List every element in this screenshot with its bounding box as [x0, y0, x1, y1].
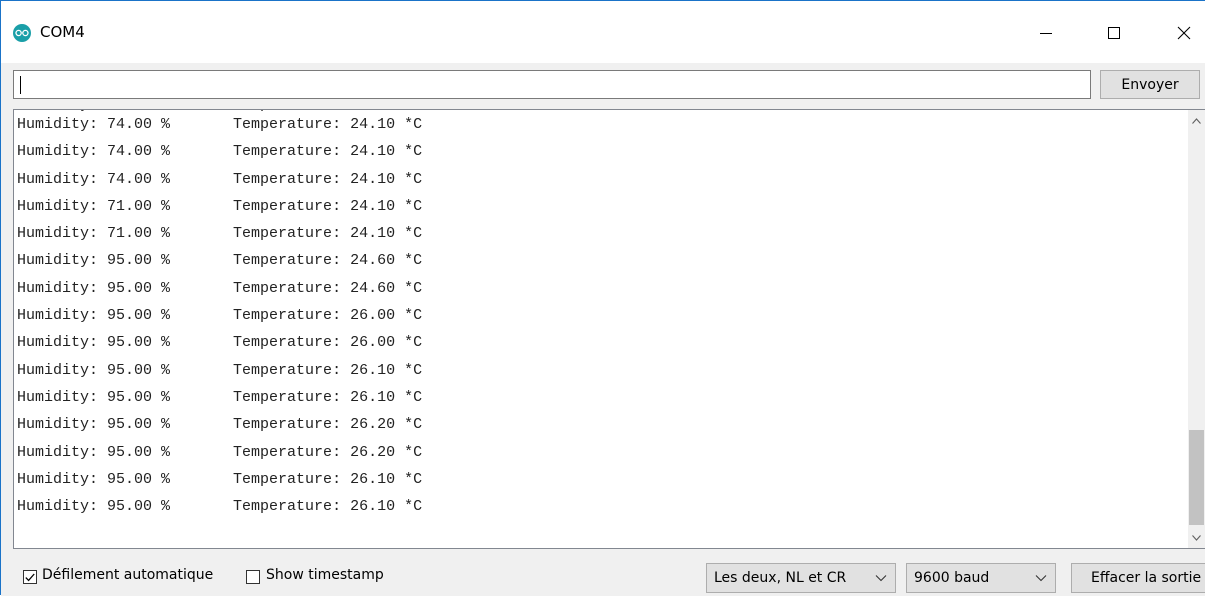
autoscroll-label[interactable]: Défilement automatique [42, 567, 213, 583]
output-line: Humidity: 95.00 % Temperature: 24.60 *C [17, 275, 422, 302]
chevron-up-icon [1192, 117, 1201, 124]
temperature-reading: Temperature: 24.10 *C [233, 197, 423, 215]
humidity-reading: Humidity: 95.00 % [17, 361, 171, 379]
output-line: Humidity: 95.00 % Temperature: 26.20 *C [17, 439, 422, 466]
humidity-reading: Humidity: 74.00 % [17, 116, 171, 133]
output-line: Humidity: 71.00 % Temperature: 24.10 *C [17, 220, 422, 247]
column-gap [170, 225, 233, 242]
temperature-reading: Temperature: 24.10 *C [233, 143, 423, 161]
temperature-reading: Temperature: 26.10 *C [233, 498, 423, 516]
column-gap [170, 280, 233, 297]
temperature-reading: Temperature: 26.10 *C [233, 470, 423, 488]
minimize-icon [1040, 33, 1052, 34]
clear-output-label: Effacer la sortie [1091, 570, 1202, 586]
column-gap [170, 389, 233, 406]
title-bar[interactable]: COM4 [1, 1, 1205, 63]
chevron-down-icon [1035, 575, 1047, 582]
chevron-down-icon [1192, 534, 1201, 541]
humidity-reading: Humidity: 95.00 % [17, 279, 171, 297]
output-line: Humidity: 74.00 % Temperature: 24.10 *C [17, 138, 422, 165]
temperature-reading: Temperature: 26.20 *C [233, 443, 423, 461]
output-line: Humidity: 71.00 % Temperature: 24.10 *C [17, 193, 422, 220]
column-gap [170, 252, 233, 269]
vertical-scrollbar[interactable] [1188, 110, 1205, 548]
close-button[interactable] [1161, 13, 1205, 53]
output-line: Humidity: 95.00 % Temperature: 26.10 *C [17, 466, 422, 493]
maximize-icon [1108, 27, 1120, 39]
column-gap [170, 171, 233, 188]
baud-rate-value: 9600 baud [914, 570, 990, 586]
line-ending-select[interactable]: Les deux, NL et CR [706, 563, 896, 593]
output-lines: Humidity: 74.00 % Temperature: 24.10 *C H… [17, 111, 422, 520]
scroll-thumb[interactable] [1189, 430, 1204, 525]
temperature-reading: Temperature: 26.20 *C [233, 416, 423, 434]
humidity-reading: Humidity: 74.00 % [17, 170, 171, 188]
minimize-button[interactable] [1023, 13, 1069, 53]
column-gap [170, 471, 233, 488]
window-title: COM4 [40, 23, 85, 41]
humidity-reading: Humidity: 95.00 % [17, 334, 171, 352]
column-gap [170, 334, 233, 351]
output-line: Humidity: 74.00 % Temperature: 24.10 *C [17, 166, 422, 193]
send-input[interactable] [13, 70, 1091, 99]
serial-monitor-window: COM4 Envoyer Humidity: 74.00 % Temperatu… [0, 0, 1205, 596]
temperature-reading: Temperature: 26.00 *C [233, 307, 423, 325]
humidity-reading: Humidity: 95.00 % [17, 416, 171, 434]
humidity-reading: Humidity: 95.00 % [17, 470, 171, 488]
column-gap [170, 143, 233, 160]
text-caret [20, 76, 21, 94]
scroll-up-button[interactable] [1188, 112, 1205, 129]
output-line: Humidity: 95.00 % Temperature: 26.10 *C [17, 384, 422, 411]
clear-output-button[interactable]: Effacer la sortie [1071, 563, 1205, 593]
output-line: Humidity: 74.00 % Temperature: 24.10 *C [17, 111, 422, 138]
humidity-reading: Humidity: 95.00 % [17, 252, 171, 270]
humidity-reading: Humidity: 95.00 % [17, 498, 171, 516]
temperature-reading: Temperature: 24.60 *C [233, 279, 423, 297]
output-line: Humidity: 95.00 % Temperature: 26.10 *C [17, 357, 422, 384]
humidity-reading: Humidity: 95.00 % [17, 388, 171, 406]
status-bar: Défilement automatique Show timestamp Le… [1, 549, 1205, 596]
column-gap [170, 198, 233, 215]
column-gap [170, 307, 233, 324]
maximize-button[interactable] [1091, 13, 1137, 53]
humidity-reading: Humidity: 95.00 % [17, 307, 171, 325]
output-line: Humidity: 95.00 % Temperature: 24.60 *C [17, 247, 422, 274]
temperature-reading: Temperature: 24.10 *C [233, 116, 423, 133]
chevron-down-icon [875, 575, 887, 582]
timestamp-checkbox[interactable] [246, 570, 260, 584]
humidity-reading: Humidity: 71.00 % [17, 197, 171, 215]
humidity-reading: Humidity: 95.00 % [17, 443, 171, 461]
column-gap [170, 416, 233, 433]
output-line: Humidity: 95.00 % Temperature: 26.00 *C [17, 329, 422, 356]
close-icon [1177, 26, 1191, 40]
column-gap [170, 362, 233, 379]
output-line: Humidity: 95.00 % Temperature: 26.10 *C [17, 493, 422, 520]
timestamp-label[interactable]: Show timestamp [266, 567, 384, 583]
line-ending-value: Les deux, NL et CR [714, 570, 847, 586]
temperature-reading: Temperature: 26.10 *C [233, 361, 423, 379]
temperature-reading: Temperature: 24.10 *C [233, 170, 423, 188]
column-gap [170, 444, 233, 461]
humidity-reading: Humidity: 74.00 % [17, 143, 171, 161]
column-gap [170, 116, 233, 133]
temperature-reading: Temperature: 24.60 *C [233, 252, 423, 270]
baud-rate-select[interactable]: 9600 baud [906, 563, 1056, 593]
autoscroll-checkbox[interactable] [23, 570, 37, 584]
checkmark-icon [25, 573, 35, 581]
arduino-icon [13, 24, 31, 42]
temperature-reading: Temperature: 26.10 *C [233, 388, 423, 406]
serial-output[interactable]: Humidity: 74.00 % Temperature: 24.10 *C … [13, 109, 1205, 549]
temperature-reading: Temperature: 26.00 *C [233, 334, 423, 352]
scroll-down-button[interactable] [1188, 529, 1205, 546]
output-line: Humidity: 95.00 % Temperature: 26.00 *C [17, 302, 422, 329]
send-button[interactable]: Envoyer [1100, 70, 1200, 99]
send-row: Envoyer [1, 63, 1205, 109]
output-line: Humidity: 95.00 % Temperature: 26.20 *C [17, 411, 422, 438]
column-gap [170, 498, 233, 515]
humidity-reading: Humidity: 71.00 % [17, 225, 171, 243]
temperature-reading: Temperature: 24.10 *C [233, 225, 423, 243]
